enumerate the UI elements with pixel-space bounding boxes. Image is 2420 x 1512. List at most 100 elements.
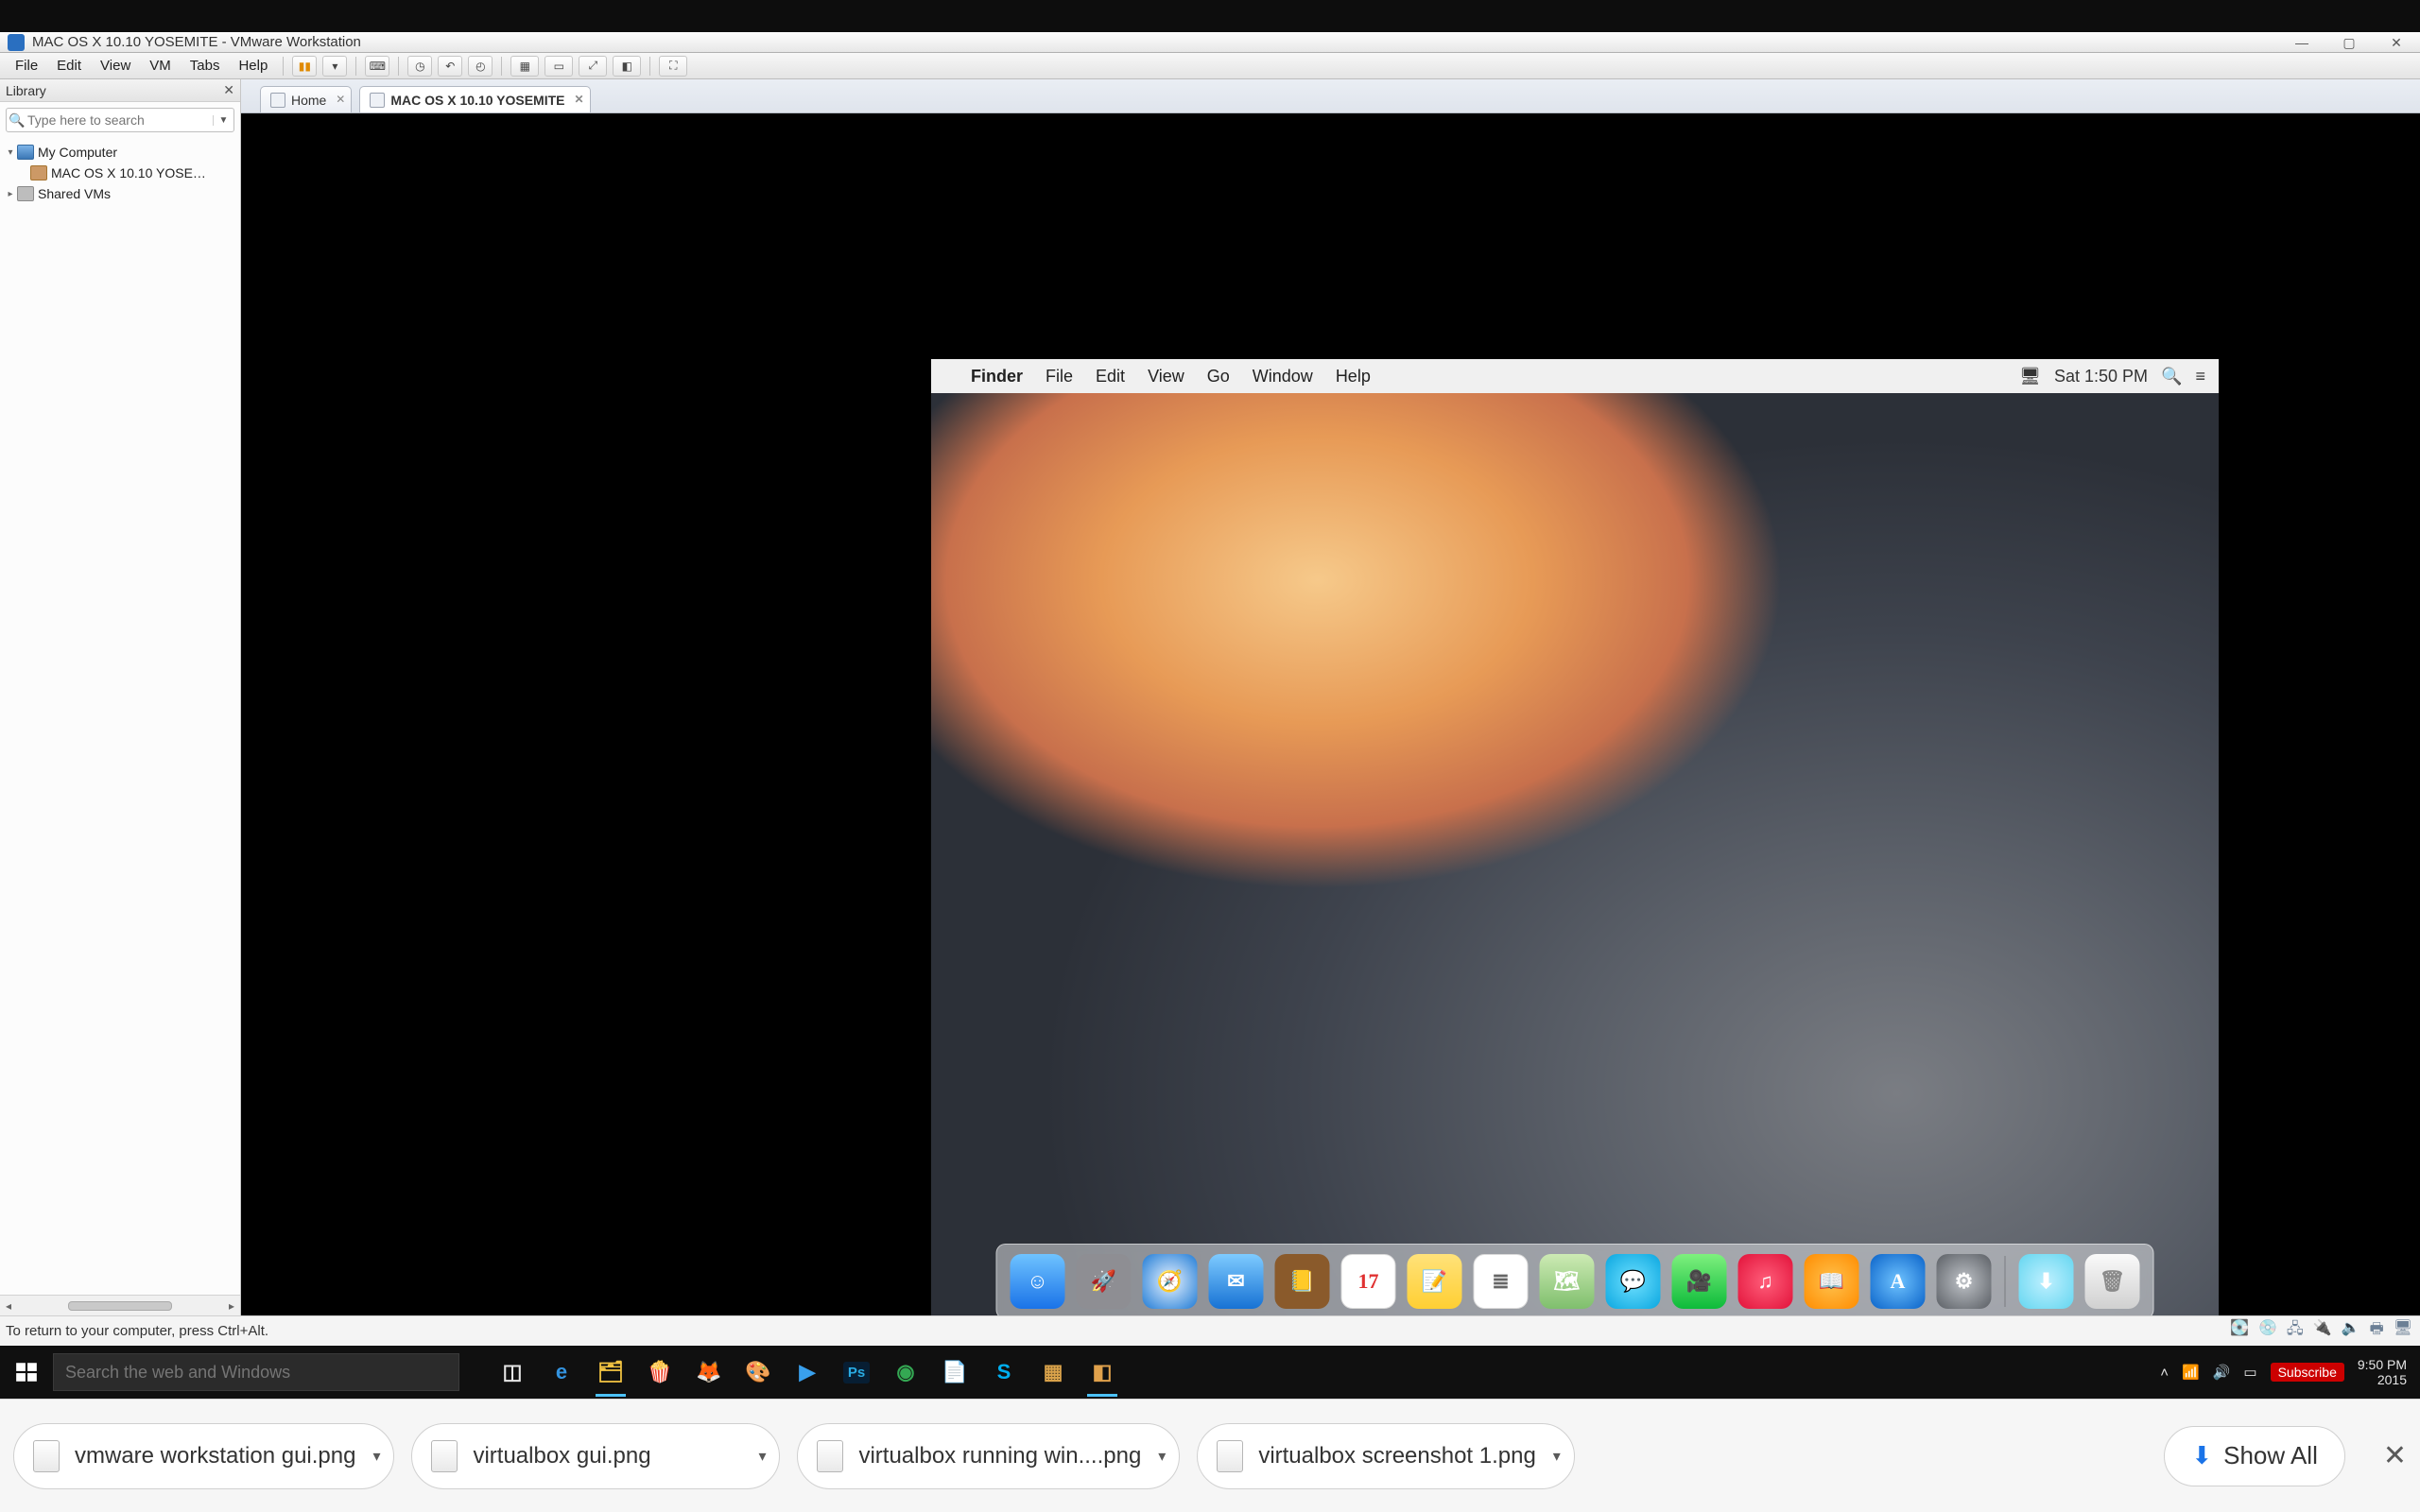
download-menu-button[interactable]: ▾ — [372, 1447, 380, 1466]
menu-edit[interactable]: Edit — [47, 53, 91, 78]
dock-preferences-icon[interactable]: ⚙ — [1937, 1254, 1992, 1309]
dock-maps-icon[interactable]: 🗺 — [1540, 1254, 1595, 1309]
mac-menu-go[interactable]: Go — [1196, 367, 1241, 387]
taskbar-firefox-icon[interactable]: 🦊 — [684, 1346, 734, 1399]
dock-calendar-icon[interactable]: 17 — [1341, 1254, 1396, 1309]
mac-clock[interactable]: Sat 1:50 PM — [2054, 367, 2148, 387]
dock-facetime-icon[interactable]: 🎥 — [1672, 1254, 1727, 1309]
mac-menu-edit[interactable]: Edit — [1084, 367, 1136, 387]
view-unity-button[interactable]: ◧ — [613, 56, 641, 77]
download-item[interactable]: virtualbox running win....png ▾ — [797, 1423, 1180, 1489]
download-menu-button[interactable]: ▾ — [758, 1447, 766, 1466]
taskbar-skype-icon[interactable]: S — [979, 1346, 1028, 1399]
library-scrollbar[interactable]: ◂ ▸ — [0, 1295, 240, 1315]
spotlight-icon[interactable]: 🔍 — [2161, 367, 2182, 387]
device-cd-icon[interactable]: 💿 — [2258, 1318, 2277, 1344]
view-thumbnail-button[interactable]: ▭ — [544, 56, 573, 77]
taskbar-notepad-icon[interactable]: 📄 — [930, 1346, 979, 1399]
scroll-right-button[interactable]: ▸ — [229, 1299, 234, 1313]
download-item[interactable]: virtualbox gui.png ▾ — [411, 1423, 780, 1489]
dock-ibooks-icon[interactable]: 📖 — [1805, 1254, 1859, 1309]
dock-trash-icon[interactable]: 🗑 — [2085, 1254, 2140, 1309]
library-close-button[interactable]: ✕ — [223, 82, 234, 98]
dock-reminders-icon[interactable]: ≣ — [1474, 1254, 1529, 1309]
window-maximize-button[interactable]: ▢ — [2325, 32, 2373, 53]
window-minimize-button[interactable]: — — [2278, 32, 2325, 53]
tray-wifi-icon[interactable]: 📶 — [2182, 1364, 2200, 1381]
taskbar-popcorn-icon[interactable]: 🍿 — [635, 1346, 684, 1399]
scroll-thumb[interactable] — [68, 1301, 172, 1311]
tab-home[interactable]: Home ✕ — [260, 86, 352, 112]
dock-itunes-icon[interactable]: ♫ — [1738, 1254, 1793, 1309]
notification-center-icon[interactable]: ≡ — [2195, 367, 2205, 387]
dock-mail-icon[interactable]: ✉ — [1209, 1254, 1264, 1309]
scroll-left-button[interactable]: ◂ — [6, 1299, 11, 1313]
tab-yosemite[interactable]: MAC OS X 10.10 YOSEMITE ✕ — [359, 86, 590, 112]
mac-menu-help[interactable]: Help — [1324, 367, 1382, 387]
device-printer-icon[interactable]: 🖶 — [2370, 1318, 2384, 1344]
view-console-button[interactable]: ▦ — [510, 56, 539, 77]
close-download-shelf-button[interactable]: ✕ — [2383, 1439, 2407, 1472]
dock-launchpad-icon[interactable]: 🚀 — [1077, 1254, 1132, 1309]
send-ctrlaltdel-button[interactable]: ⌨ — [365, 56, 389, 77]
taskbar-chrome-icon[interactable]: ◉ — [881, 1346, 930, 1399]
vm-pause-button[interactable]: ▮▮ — [292, 56, 317, 77]
library-search-dropdown-button[interactable]: ▼ — [213, 115, 233, 126]
snapshot-take-button[interactable]: ◷ — [407, 56, 432, 77]
tree-my-computer[interactable]: ▾ My Computer — [4, 142, 236, 163]
menu-help[interactable]: Help — [229, 53, 277, 78]
fullscreen-button[interactable]: ⛶ — [659, 56, 687, 77]
mac-menu-file[interactable]: File — [1034, 367, 1084, 387]
menu-tabs[interactable]: Tabs — [181, 53, 230, 78]
dock-downloads-icon[interactable]: ⬇ — [2019, 1254, 2074, 1309]
taskbar-search[interactable] — [53, 1353, 459, 1391]
youtube-subscribe-overlay[interactable]: Subscribe — [2271, 1363, 2344, 1382]
menu-vm[interactable]: VM — [140, 53, 181, 78]
menu-file[interactable]: File — [6, 53, 47, 78]
dock-notes-icon[interactable]: 📝 — [1408, 1254, 1462, 1309]
snapshot-manager-button[interactable]: ◴ — [468, 56, 493, 77]
mac-desktop-wallpaper[interactable]: ☺🚀🧭✉📒17📝≣🗺💬🎥♫📖A⚙⬇🗑 — [931, 393, 2219, 1327]
taskbar-task-view-icon[interactable]: ◫ — [488, 1346, 537, 1399]
dock-finder-icon[interactable]: ☺ — [1011, 1254, 1065, 1309]
view-stretch-button[interactable]: ⤢ — [579, 56, 607, 77]
taskbar-vmware-icon[interactable]: ▦ — [1028, 1346, 1078, 1399]
tree-vm-yosemite[interactable]: MAC OS X 10.10 YOSE… — [4, 163, 236, 183]
tray-notification-icon[interactable]: ▭ — [2243, 1364, 2256, 1381]
taskbar-search-input[interactable] — [65, 1363, 447, 1383]
taskbar-media-player-icon[interactable]: ▶ — [783, 1346, 832, 1399]
tree-shared-vms[interactable]: ▸ Shared VMs — [4, 183, 236, 204]
device-net-icon[interactable]: 🖧 — [2287, 1318, 2304, 1344]
vmware-titlebar[interactable]: MAC OS X 10.10 YOSEMITE - VMware Worksta… — [0, 32, 2420, 53]
mac-menu-view[interactable]: View — [1136, 367, 1196, 387]
dock-safari-icon[interactable]: 🧭 — [1143, 1254, 1198, 1309]
disclosure-icon[interactable]: ▸ — [4, 189, 17, 199]
start-button[interactable] — [0, 1346, 53, 1399]
library-search[interactable]: 🔍 ▼ — [6, 108, 234, 132]
disclosure-icon[interactable]: ▾ — [4, 147, 17, 158]
tray-chevron-icon[interactable]: ˄ — [2160, 1365, 2169, 1381]
taskbar-edge-icon[interactable]: e — [537, 1346, 586, 1399]
dock-messages-icon[interactable]: 💬 — [1606, 1254, 1661, 1309]
mac-menu-window[interactable]: Window — [1241, 367, 1324, 387]
download-menu-button[interactable]: ▾ — [1158, 1447, 1166, 1466]
show-all-downloads-button[interactable]: ⬇ Show All — [2164, 1426, 2345, 1486]
window-close-button[interactable]: ✕ — [2373, 32, 2420, 53]
device-usb-icon[interactable]: 🔌 — [2313, 1318, 2332, 1344]
tab-close-button[interactable]: ✕ — [574, 93, 583, 106]
taskbar-file-explorer-icon[interactable]: 🗂 — [586, 1346, 635, 1399]
download-item[interactable]: vmware workstation gui.png ▾ — [13, 1423, 394, 1489]
device-display-icon[interactable]: 🖥 — [2394, 1318, 2412, 1344]
dock-appstore-icon[interactable]: A — [1871, 1254, 1926, 1309]
mac-display-icon[interactable]: 🖥 — [2019, 367, 2041, 387]
tray-clock[interactable]: 9:50 PM 2015 — [2358, 1357, 2407, 1387]
menu-view[interactable]: View — [91, 53, 140, 78]
snapshot-revert-button[interactable]: ↶ — [438, 56, 462, 77]
taskbar-photoshop-icon[interactable]: Ps — [832, 1346, 881, 1399]
device-sound-icon[interactable]: 🔈 — [2342, 1318, 2360, 1344]
taskbar-gimp-icon[interactable]: 🎨 — [734, 1346, 783, 1399]
vm-power-menu-button[interactable]: ▾ — [322, 56, 347, 77]
download-item[interactable]: virtualbox screenshot 1.png ▾ — [1197, 1423, 1575, 1489]
tray-sound-icon[interactable]: 🔊 — [2213, 1364, 2231, 1381]
library-search-input[interactable] — [27, 112, 213, 128]
